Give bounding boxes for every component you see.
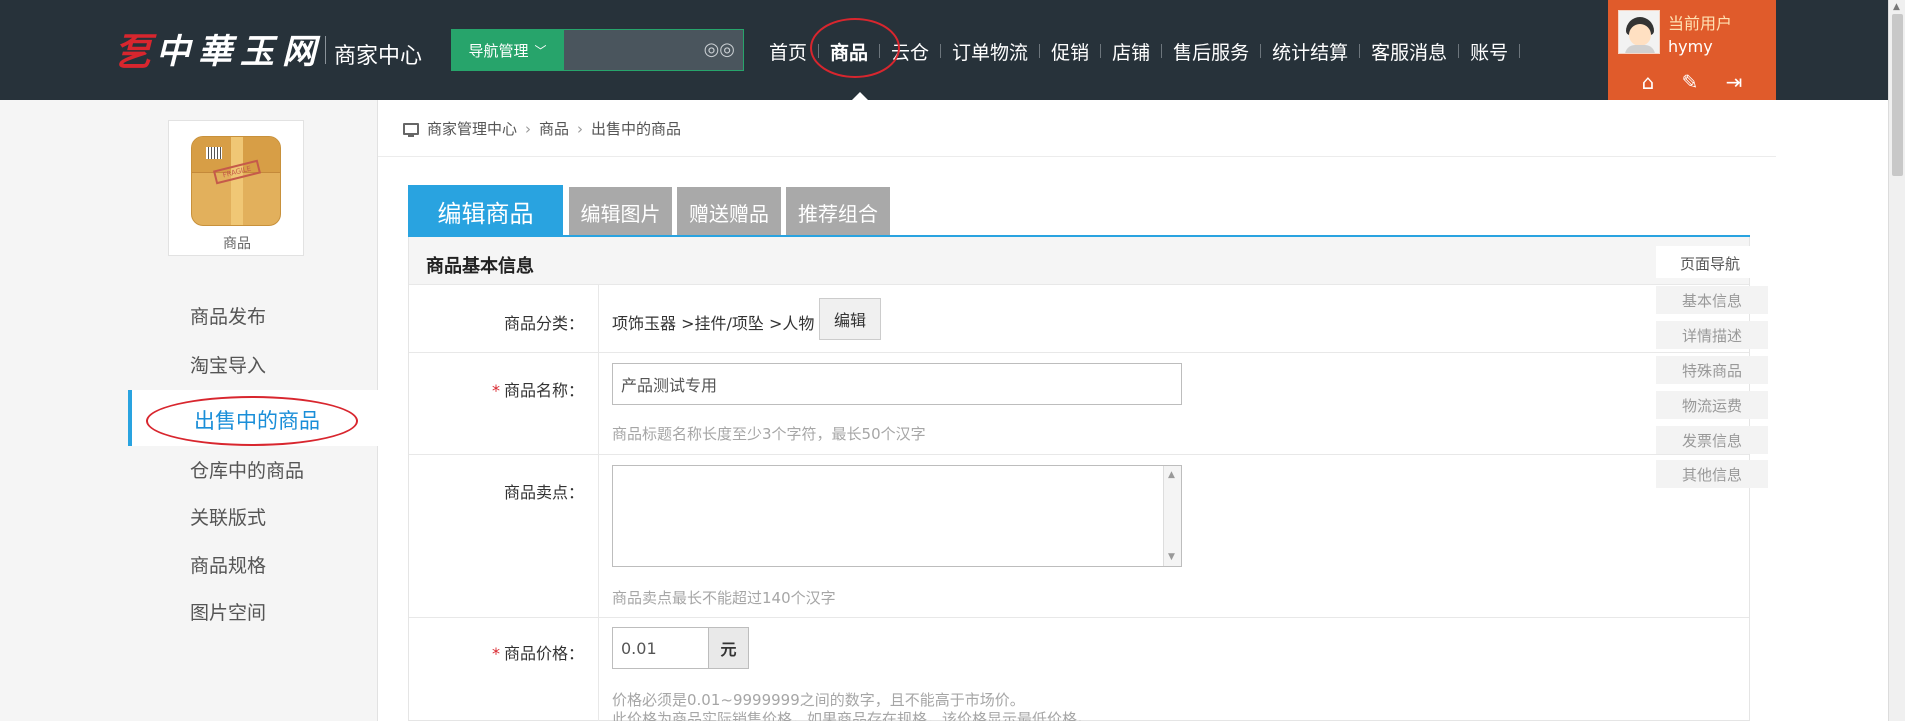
scroll-up-icon[interactable]: ▲ — [1168, 470, 1175, 480]
page-nav-invoice[interactable]: 发票信息 — [1656, 426, 1768, 454]
nav-item-orders[interactable]: 订单物流 — [941, 38, 1039, 65]
nav-manager-button[interactable]: 导航管理 ﹀ — [451, 29, 564, 71]
section-title: 商品基本信息 — [409, 237, 1749, 285]
price-input[interactable] — [612, 627, 709, 669]
scrollbar-thumb[interactable] — [1892, 14, 1903, 176]
category-card[interactable]: FRAGILE 商品 — [168, 120, 304, 256]
selling-point-field-label: 商品卖点： — [503, 483, 584, 502]
category-value: 项饰玉器 >挂件/项坠 >人物 — [612, 314, 815, 333]
user-actions: ⌂ ✎ ⇥ — [1608, 70, 1776, 94]
tab-combos[interactable]: 推荐组合 — [786, 187, 890, 237]
page-nav-title: 页面导航 — [1656, 246, 1770, 278]
logo-mark: 乭 — [114, 28, 153, 74]
selling-point-hint: 商品卖点最长不能超过140个汉字 — [612, 589, 836, 607]
price-field-label: * 商品价格： — [491, 644, 584, 663]
row-divider — [409, 617, 1749, 618]
nav-divider — [1519, 44, 1521, 58]
sidebar-item-image-space[interactable]: 图片空间 — [190, 598, 266, 625]
avatar[interactable] — [1618, 10, 1660, 54]
nav-active-pointer — [852, 92, 868, 100]
binoculars-icon[interactable]: ◎◎ — [704, 39, 735, 60]
sidebar-item-taobao-import[interactable]: 淘宝导入 — [190, 351, 266, 378]
textarea-scrollbar[interactable]: ▲ ▼ — [1163, 466, 1181, 566]
category-field-label: 商品分类： — [503, 314, 584, 333]
nav-item-account[interactable]: 账号 — [1459, 38, 1519, 65]
nav-item-customer-service[interactable]: 客服消息 — [1360, 38, 1458, 65]
sidebar-item-specs[interactable]: 商品规格 — [190, 551, 266, 578]
price-unit: 元 — [709, 627, 749, 669]
required-mark: * — [491, 644, 500, 663]
scroll-down-icon[interactable]: ▼ — [1168, 552, 1175, 562]
edit-category-button[interactable]: 编辑 — [819, 298, 881, 340]
selling-point-textarea[interactable]: ▲ ▼ — [612, 465, 1182, 567]
home-icon[interactable]: ⌂ — [1642, 70, 1655, 94]
logout-icon[interactable]: ⇥ — [1726, 70, 1743, 94]
page-nav-other[interactable]: 其他信息 — [1656, 460, 1768, 488]
sidebar-item-publish[interactable]: 商品发布 — [190, 302, 266, 329]
sidebar-highlight-circle — [146, 396, 358, 446]
breadcrumb-separator: › — [577, 119, 584, 138]
monitor-icon — [403, 122, 419, 137]
package-icon: FRAGILE — [191, 136, 281, 226]
required-mark: * — [491, 381, 500, 400]
sidebar: FRAGILE 商品 商品发布 淘宝导入 出售中的商品 仓库中的商品 关联版式 … — [0, 100, 378, 721]
seller-center-title: 商家中心 — [334, 44, 423, 69]
nav-item-statistics[interactable]: 统计结算 — [1261, 38, 1359, 65]
page-nav-shipping[interactable]: 物流运费 — [1656, 391, 1768, 419]
sidebar-item-related-layout[interactable]: 关联版式 — [190, 503, 266, 530]
row-divider — [409, 352, 1749, 353]
tab-edit-images[interactable]: 编辑图片 — [569, 187, 672, 237]
breadcrumb-separator: › — [525, 119, 532, 138]
price-hint-range: 价格必须是0.01~9999999之间的数字，且不能高于市场价。 — [612, 691, 1025, 709]
user-name: hymy — [1668, 37, 1713, 56]
name-hint: 商品标题名称长度至少3个字符，最长50个汉字 — [612, 425, 926, 443]
nav-item-after-sales[interactable]: 售后服务 — [1162, 38, 1260, 65]
page-nav-detail[interactable]: 详情描述 — [1656, 321, 1768, 349]
breadcrumb-item-goods[interactable]: 商品 — [539, 118, 569, 139]
scroll-up-icon[interactable]: ▲ — [1893, 2, 1900, 12]
page-scrollbar[interactable]: ▲ — [1888, 0, 1905, 721]
site-logo[interactable]: 乭 中華玉网 — [114, 25, 325, 74]
name-field-label: * 商品名称： — [491, 381, 584, 400]
nav-item-home[interactable]: 首页 — [758, 38, 818, 65]
breadcrumb-divider — [378, 156, 1776, 157]
goods-form: 商品基本信息 商品分类： 项饰玉器 >挂件/项坠 >人物 编辑 *商品名称： 商… — [408, 237, 1750, 721]
user-panel: 当前用户 hymy ⌂ ✎ ⇥ — [1608, 0, 1776, 100]
logo-divider — [325, 36, 326, 64]
nav-manager-label: 导航管理 — [468, 41, 529, 60]
logo-text: 中華玉网 — [156, 31, 325, 72]
row-divider — [409, 454, 1749, 455]
category-label: 商品 — [223, 236, 251, 252]
breadcrumb: 商家管理中心 › 商品 › 出售中的商品 — [403, 118, 681, 139]
nav-item-promotion[interactable]: 促销 — [1040, 38, 1100, 65]
nav-item-store[interactable]: 店铺 — [1101, 38, 1161, 65]
wrench-icon[interactable]: ✎ — [1682, 70, 1699, 94]
tab-gifts[interactable]: 赠送赠品 — [677, 187, 781, 237]
chevron-down-icon: ﹀ — [534, 43, 547, 58]
goods-name-input[interactable] — [612, 363, 1182, 405]
search-input[interactable]: ◎◎ — [564, 29, 744, 71]
sidebar-item-warehouse[interactable]: 仓库中的商品 — [190, 456, 304, 483]
tab-edit-goods[interactable]: 编辑商品 — [408, 185, 563, 237]
price-hint-spec: 此价格为商品实际销售价格，如果商品存在规格，该价格显示最低价格。 — [612, 710, 1093, 721]
top-bar: 乭 中華玉网 商家中心 导航管理 ﹀ ◎◎ 首页 商品 云仓 订单物流 促销 店… — [0, 0, 1905, 100]
current-user-label: 当前用户 — [1668, 14, 1733, 33]
nav-highlight-circle — [810, 18, 900, 78]
page-nav-special-goods[interactable]: 特殊商品 — [1656, 356, 1768, 384]
page-nav-basic-info[interactable]: 基本信息 — [1656, 286, 1768, 314]
breadcrumb-item-home[interactable]: 商家管理中心 — [427, 118, 517, 139]
breadcrumb-item-current: 出售中的商品 — [591, 120, 682, 138]
